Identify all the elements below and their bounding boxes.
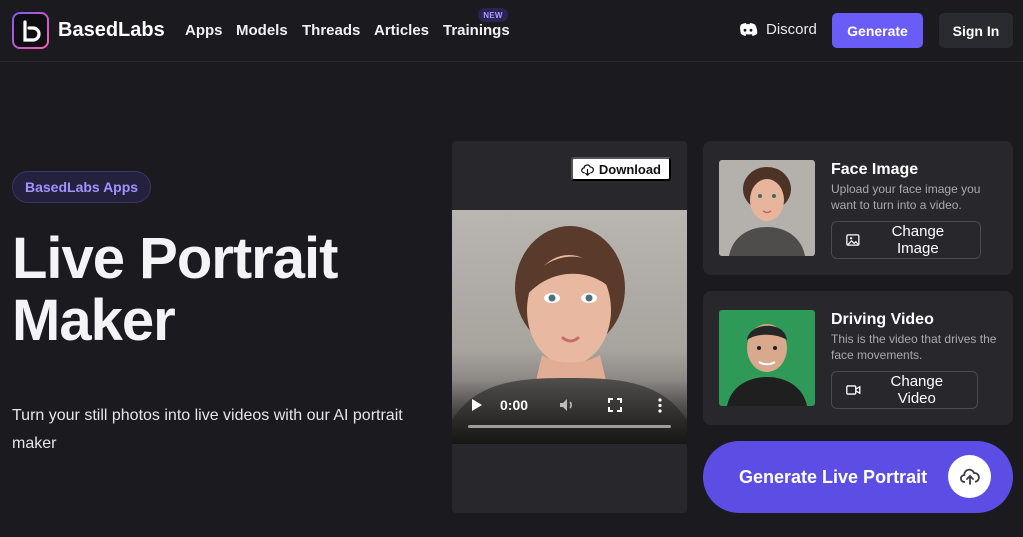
face-image-title: Face Image <box>831 161 919 178</box>
video-time: 0:00 <box>500 397 529 413</box>
new-badge: NEW <box>478 8 508 22</box>
generate-live-portrait-label: Generate Live Portrait <box>739 467 928 487</box>
generate-button[interactable]: Generate <box>832 13 923 48</box>
sign-in-button[interactable]: Sign In <box>939 13 1013 48</box>
video-camera-icon <box>846 385 861 395</box>
download-button[interactable]: Download <box>570 157 671 181</box>
basedlabs-logo[interactable] <box>12 12 49 49</box>
driving-video-thumbnail <box>719 310 815 406</box>
discord-link[interactable]: Discord <box>738 21 817 38</box>
video-controls: 0:00 <box>452 380 687 444</box>
brand-name[interactable]: BasedLabs <box>58 19 165 42</box>
download-label: Download <box>598 161 661 177</box>
face-image-card: Face Image Upload your face image you wa… <box>703 141 1013 275</box>
driving-video-card: Driving Video This is the video that dri… <box>703 291 1013 425</box>
fullscreen-icon[interactable] <box>608 398 622 412</box>
nav-threads[interactable]: Threads <box>302 22 360 39</box>
discord-label: Discord <box>766 21 817 38</box>
volume-icon[interactable] <box>558 397 576 413</box>
upload-cloud-icon <box>948 455 991 498</box>
change-video-label: Change Video <box>890 373 944 407</box>
page-title: Live Portrait Maker <box>12 226 338 353</box>
change-video-button[interactable]: Change Video <box>831 371 978 409</box>
face-image-description: Upload your face image you want to turn … <box>831 182 981 212</box>
face-image-thumbnail <box>719 160 815 256</box>
nav-articles[interactable]: Articles <box>374 22 429 39</box>
hero-description: Turn your still photos into live videos … <box>12 407 403 452</box>
nav-apps[interactable]: Apps <box>185 22 223 39</box>
driving-video-title: Driving Video <box>831 311 934 328</box>
nav-models[interactable]: Models <box>236 22 288 39</box>
nav-trainings[interactable]: Trainings <box>443 22 510 39</box>
top-navigation: BasedLabs Apps Models Threads Articles T… <box>0 0 1023 62</box>
logo-icon <box>22 19 41 42</box>
video-progress-bar[interactable] <box>468 425 671 428</box>
discord-icon <box>740 22 758 36</box>
image-icon <box>846 234 860 246</box>
play-icon[interactable] <box>471 398 483 412</box>
change-image-label: Change Image <box>891 223 945 257</box>
apps-tag[interactable]: BasedLabs Apps <box>12 171 152 203</box>
change-image-button[interactable]: Change Image <box>831 221 981 259</box>
generate-live-portrait-button[interactable]: Generate Live Portrait <box>703 441 1013 513</box>
video-player[interactable]: 0:00 <box>452 210 687 444</box>
cloud-download-icon <box>581 163 594 176</box>
driving-video-description: This is the video that drives the face m… <box>831 332 997 362</box>
output-video-panel: Download 0:00 <box>452 141 687 513</box>
more-options-icon[interactable] <box>658 398 662 413</box>
logo-mark <box>14 14 47 47</box>
